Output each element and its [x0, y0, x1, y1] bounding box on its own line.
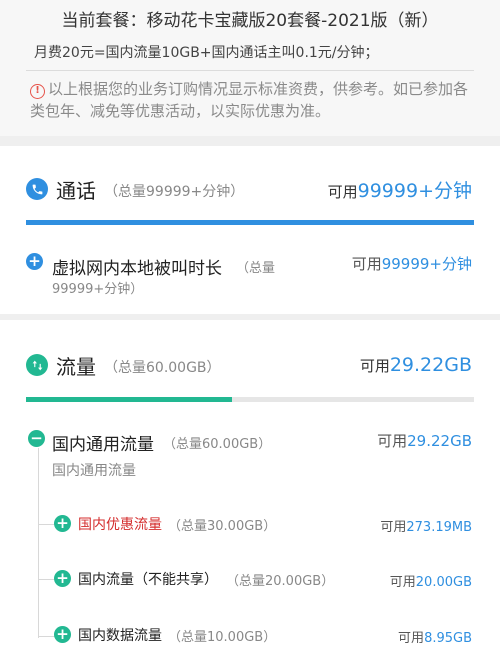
calls-card: 通话 （总量99999+分钟） 可用99999+分钟 + 虚拟网内本地被叫时长 …	[0, 146, 500, 314]
calls-usage-fill	[26, 220, 474, 225]
plus-icon[interactable]: +	[54, 570, 71, 587]
plus-icon[interactable]: +	[54, 626, 71, 643]
minus-icon[interactable]: −	[28, 430, 45, 447]
data-available-value: 29.22GB	[389, 354, 472, 376]
calls-total: （总量99999+分钟）	[104, 184, 245, 200]
call-item-available: 可用99999+分钟	[352, 253, 472, 274]
data-group-subtitle: 国内通用流量	[52, 463, 136, 479]
data-item-available-value: 273.19MB	[406, 520, 472, 535]
calls-usage-bar	[26, 220, 474, 225]
data-title: 流量	[56, 355, 96, 379]
data-item-available: 可用273.19MB	[380, 516, 472, 535]
data-transfer-icon	[26, 354, 48, 376]
data-item-available-label: 可用	[398, 631, 425, 646]
data-item-name: 国内流量（不能共享）	[78, 572, 218, 588]
call-item-available-value: 99999+分钟	[381, 255, 472, 273]
data-group-total: （总量60.00GB）	[163, 437, 272, 452]
data-item-total: （总量30.00GB）	[168, 519, 277, 534]
calls-available: 可用99999+分钟	[328, 176, 472, 203]
call-item-name: 虚拟网内本地被叫时长	[52, 259, 222, 279]
plus-icon[interactable]: +	[54, 515, 71, 532]
call-item-total: （总量	[236, 261, 276, 276]
notice-text: 以上根据您的业务订购情况显示标准资费，供参考。如已参加各类包年、减免等优惠活动，…	[30, 80, 469, 120]
data-item-total: （总量20.00GB）	[226, 574, 335, 589]
data-usage-fill	[26, 397, 233, 402]
data-group-available: 可用29.22GB	[377, 430, 472, 451]
data-available-label: 可用	[359, 357, 390, 375]
data-item-total: （总量10.00GB）	[168, 630, 277, 645]
calls-available-value: 99999+分钟	[357, 180, 472, 202]
warning-icon: !	[30, 84, 45, 99]
call-item-total-cont: 99999+分钟）	[52, 282, 144, 297]
notice: ! 以上根据您的业务订购情况显示标准资费，供参考。如已参加各类包年、减免等优惠活动…	[30, 78, 478, 122]
data-usage-bar	[26, 397, 474, 402]
calls-title: 通话	[56, 179, 96, 203]
data-item-available: 可用20.00GB	[390, 571, 472, 590]
data-group-available-value: 29.22GB	[407, 432, 472, 450]
data-total: （总量60.00GB）	[104, 360, 221, 376]
data-item-available-label: 可用	[380, 520, 407, 535]
phone-icon	[26, 178, 48, 200]
plus-icon[interactable]: +	[26, 253, 43, 270]
divider	[26, 70, 474, 71]
plan-description: 月费20元=国内流量10GB+国内通话主叫0.1元/分钟；	[34, 45, 379, 61]
data-item-name: 国内数据流量	[78, 628, 162, 644]
data-item-available: 可用8.95GB	[398, 627, 472, 646]
data-available: 可用29.22GB	[360, 354, 472, 376]
plan-title: 当前套餐：移动花卡宝藏版20套餐-2021版（新）	[61, 11, 439, 31]
tree-line	[38, 448, 39, 638]
plan-summary: 当前套餐：移动花卡宝藏版20套餐-2021版（新） 月费20元=国内流量10GB…	[0, 0, 500, 136]
data-item-available-value: 20.00GB	[415, 575, 472, 590]
calls-available-label: 可用	[327, 183, 358, 201]
data-group-available-label: 可用	[377, 432, 408, 450]
data-item-available-value: 8.95GB	[424, 631, 472, 646]
data-group-name: 国内通用流量	[52, 435, 154, 455]
data-card: 流量 （总量60.00GB） 可用29.22GB − 国内通用流量 （总量60.…	[0, 320, 500, 652]
call-item-available-label: 可用	[351, 255, 382, 273]
data-item-available-label: 可用	[389, 575, 416, 590]
data-item-name: 国内优惠流量	[78, 517, 162, 533]
